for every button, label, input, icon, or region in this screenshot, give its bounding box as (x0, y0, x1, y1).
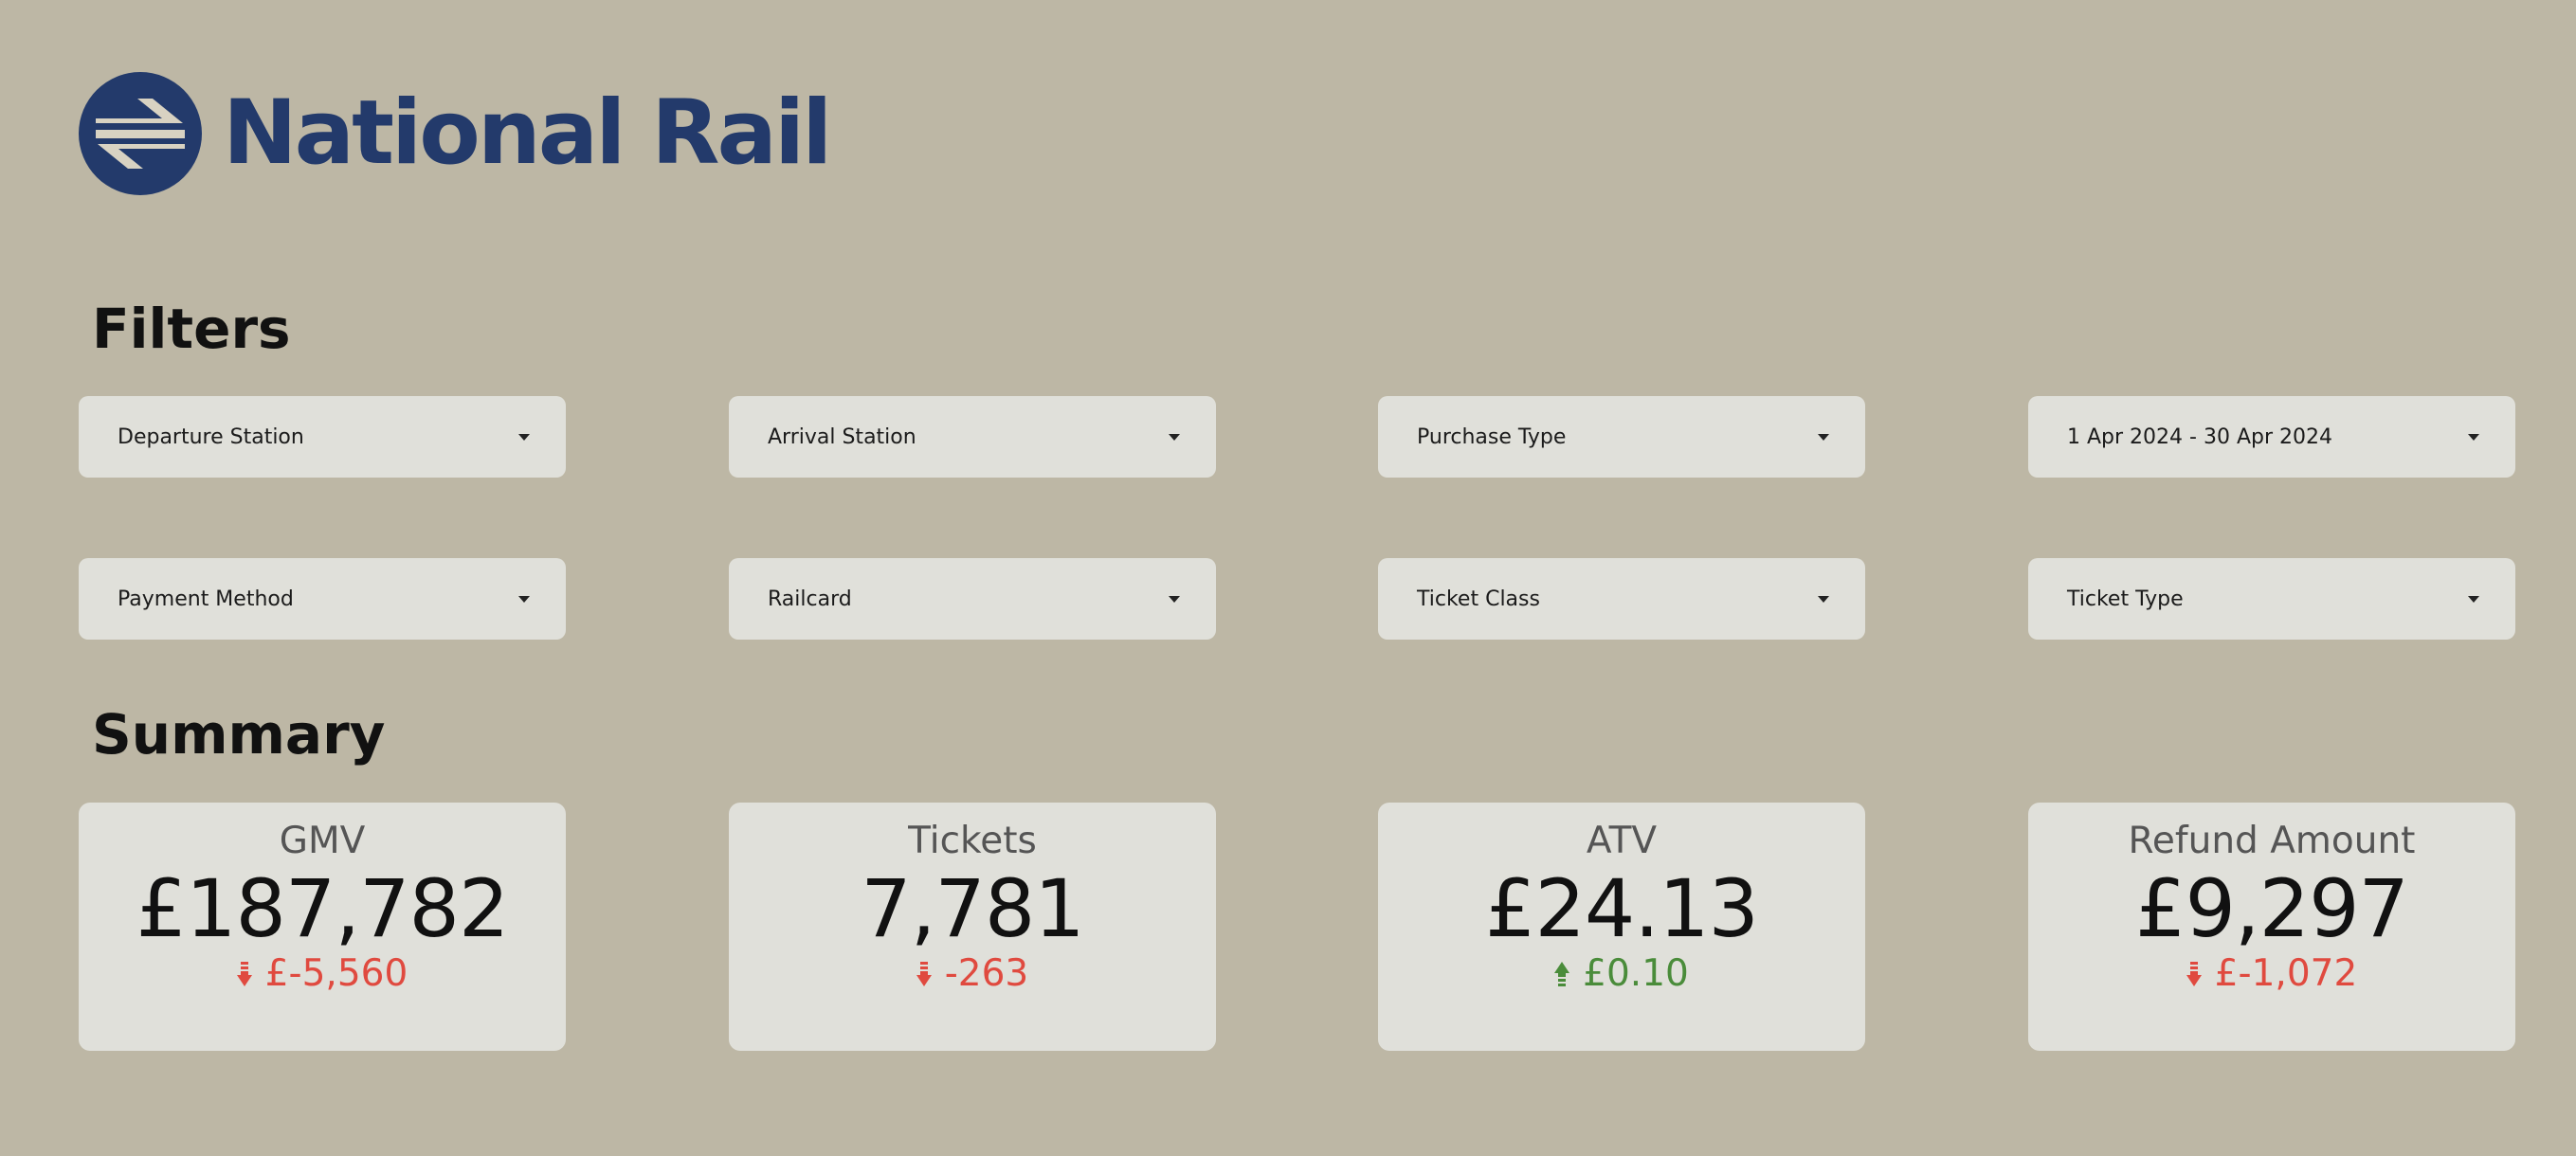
date-range-dropdown[interactable]: 1 Apr 2024 - 30 Apr 2024 (2028, 396, 2515, 478)
caret-down-icon (2468, 595, 2479, 603)
purchase-type-dropdown[interactable]: Purchase Type (1378, 396, 1865, 478)
railcard-dropdown[interactable]: Railcard (729, 558, 1216, 640)
card-delta-value: £-5,560 (264, 952, 408, 995)
caret-down-icon (1169, 595, 1180, 603)
card-value: £24.13 (1485, 862, 1759, 955)
payment-method-dropdown[interactable]: Payment Method (79, 558, 566, 640)
dropdown-label: Railcard (768, 587, 852, 611)
card-delta: £-5,560 (79, 952, 566, 997)
arrow-down-icon (236, 962, 252, 987)
card-delta-value: £0.10 (1583, 952, 1689, 995)
arrow-down-icon (2186, 962, 2202, 987)
dropdown-label: Purchase Type (1417, 424, 1567, 449)
arrow-up-icon (1554, 962, 1570, 987)
dropdown-label: Ticket Type (2067, 587, 2184, 611)
caret-down-icon (2468, 433, 2479, 441)
dropdown-label: Payment Method (118, 587, 294, 611)
gmv-card: GMV £187,782 £-5,560 (79, 803, 566, 1051)
card-title: ATV (1586, 820, 1658, 862)
dropdown-label: Ticket Class (1417, 587, 1540, 611)
card-value: 7,781 (861, 862, 1084, 955)
caret-down-icon (518, 433, 530, 441)
ticket-type-dropdown[interactable]: Ticket Type (2028, 558, 2515, 640)
card-value: £9,297 (2135, 862, 2409, 955)
filters-heading: Filters (92, 297, 291, 361)
caret-down-icon (1818, 595, 1829, 603)
arrival-station-dropdown[interactable]: Arrival Station (729, 396, 1216, 478)
card-title: Tickets (908, 820, 1037, 862)
card-title: Refund Amount (2128, 820, 2416, 862)
national-rail-logo: National Rail (79, 72, 832, 195)
card-delta-value: £-1,072 (2214, 952, 2358, 995)
caret-down-icon (518, 595, 530, 603)
brand-name: National Rail (223, 81, 832, 185)
double-arrow-icon (79, 72, 202, 195)
tickets-card: Tickets 7,781 -263 (729, 803, 1216, 1051)
caret-down-icon (1818, 433, 1829, 441)
dropdown-label: 1 Apr 2024 - 30 Apr 2024 (2067, 424, 2332, 449)
arrow-down-icon (916, 962, 932, 987)
dropdown-label: Arrival Station (768, 424, 916, 449)
summary-heading: Summary (92, 702, 386, 767)
caret-down-icon (1169, 433, 1180, 441)
card-delta: £0.10 (1378, 952, 1865, 997)
departure-station-dropdown[interactable]: Departure Station (79, 396, 566, 478)
card-delta: £-1,072 (2028, 952, 2515, 997)
dropdown-label: Departure Station (118, 424, 304, 449)
refund-amount-card: Refund Amount £9,297 £-1,072 (2028, 803, 2515, 1051)
card-delta: -263 (729, 952, 1216, 997)
ticket-class-dropdown[interactable]: Ticket Class (1378, 558, 1865, 640)
atv-card: ATV £24.13 £0.10 (1378, 803, 1865, 1051)
card-title: GMV (279, 820, 366, 862)
card-delta-value: -263 (944, 952, 1029, 995)
card-value: £187,782 (136, 862, 510, 955)
